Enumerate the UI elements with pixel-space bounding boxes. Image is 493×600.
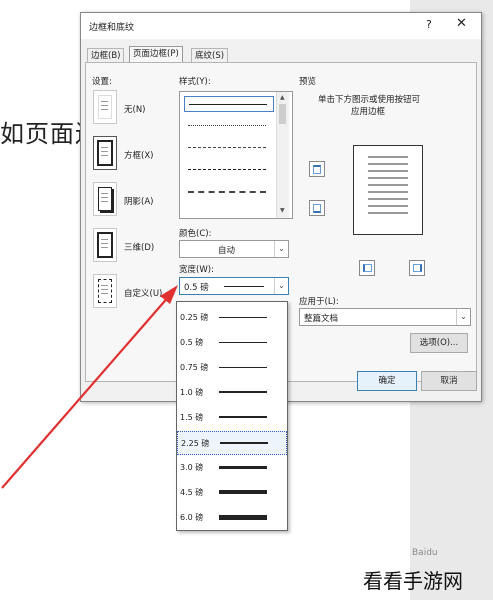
arrow-head: [160, 285, 178, 304]
red-annotation-arrow: [1, 285, 178, 489]
arrow-shaft: [1, 294, 171, 489]
watermark-text: 看看手游网: [363, 569, 463, 593]
baidu-mark: Baidu: [412, 548, 438, 558]
